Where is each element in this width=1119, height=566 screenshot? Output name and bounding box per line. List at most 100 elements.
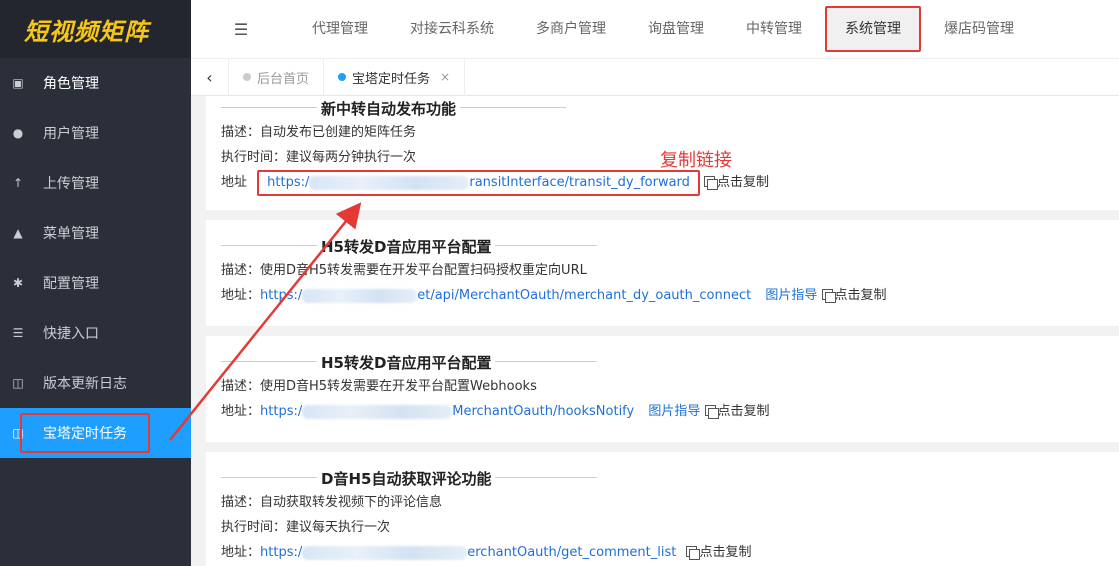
image-guide-link[interactable]: 图片指导 <box>765 288 817 303</box>
copy-label: 点击复制 <box>699 545 752 560</box>
sidebar-item-roles[interactable]: ▣ 角色管理 <box>0 58 191 108</box>
nav-transit[interactable]: 中转管理 <box>725 0 823 58</box>
card-address-row: 地址：https:/ et/api/MerchantOauth/merchant_… <box>221 283 1119 308</box>
tree-icon: ▲ <box>13 226 23 240</box>
sidebar-item-shortcuts[interactable]: ☰ 快捷入口 <box>0 308 191 358</box>
card-address-row: 地址：https:/erchantOauth/get_comment_list … <box>221 540 1119 565</box>
task-url-link[interactable]: https:/ et/api/MerchantOauth/merchant_dy_… <box>260 288 751 303</box>
role-icon: ▣ <box>12 76 24 90</box>
highlight-box-sidebar <box>20 413 150 453</box>
copy-button[interactable]: 点击复制 <box>704 404 770 419</box>
task-url-link[interactable]: https:/ erchantOauth/get_comment_list <box>260 545 676 560</box>
url-highlight-box: https:/ ransitInterface/transit_dy_forwar… <box>257 170 700 196</box>
sidebar-item-users[interactable]: ● 用户管理 <box>0 108 191 158</box>
url-start: https:/ <box>260 404 303 419</box>
address-label: 地址： <box>221 545 261 560</box>
copy-link-annotation: 复制链接 <box>660 150 732 171</box>
copy-icon <box>704 176 719 190</box>
logo-text: 短视频矩阵 <box>24 17 149 46</box>
task-card: H5转发D音应用平台配置 描述：使用D音H5转发需要在开发平台配置Webhook… <box>206 336 1119 442</box>
list-icon: ☰ <box>12 326 24 340</box>
task-url-link[interactable]: https:/ MerchantOauth/hooksNotify <box>260 404 634 419</box>
tab-label: 宝塔定时任务 <box>352 71 431 87</box>
copy-icon <box>686 546 701 560</box>
redacted-url <box>302 288 418 303</box>
nav-merchants[interactable]: 多商户管理 <box>515 0 627 58</box>
copy-label: 点击复制 <box>717 404 770 419</box>
card-title-text: H5转发D音应用平台配置 <box>317 235 496 257</box>
card-title: H5转发D音应用平台配置 <box>221 350 1119 374</box>
address-label: 地址： <box>221 288 261 303</box>
address-label: 地址： <box>221 404 261 419</box>
card-title-text: D音H5自动获取评论功能 <box>317 467 496 489</box>
nav-yunke[interactable]: 对接云科系统 <box>389 0 515 58</box>
user-icon: ● <box>12 126 24 140</box>
card-address-row: 地址 https:/ ransitInterface/transit_dy_for… <box>221 170 1119 196</box>
upload-icon: ↑ <box>12 176 24 190</box>
gear-icon: ✱ <box>12 276 24 290</box>
card-title-text: H5转发D音应用平台配置 <box>317 351 496 373</box>
tab-home[interactable]: 后台首页 <box>229 58 325 96</box>
card-desc: 描述：自动发布已创建的矩阵任务 <box>221 125 417 140</box>
card-title: H5转发D音应用平台配置 <box>221 234 1119 258</box>
nav-agents[interactable]: 代理管理 <box>291 0 389 58</box>
nav-inquiry[interactable]: 询盘管理 <box>627 0 725 58</box>
address-label: 地址 <box>221 175 248 190</box>
copy-icon <box>704 405 719 419</box>
tab-bar: ‹ 后台首页 宝塔定时任务 × <box>191 58 1119 96</box>
url-end: erchantOauth/get_comment_list <box>467 545 677 560</box>
card-title-text: 新中转自动发布功能 <box>317 97 461 119</box>
copy-icon <box>821 289 836 303</box>
url-start: https:/ <box>260 288 303 303</box>
top-nav: ☰ 代理管理 对接云科系统 多商户管理 询盘管理 中转管理 系统管理 爆店码管理 <box>191 0 1119 58</box>
sidebar-item-config[interactable]: ✱ 配置管理 <box>0 258 191 308</box>
nav-system[interactable]: 系统管理 <box>825 6 921 52</box>
copy-button[interactable]: 点击复制 <box>686 545 752 560</box>
url-start: https:/ <box>267 175 310 190</box>
main-content: 新中转自动发布功能 描述：自动发布已创建的矩阵任务 执行时间：建议每两分钟执行一… <box>191 96 1119 566</box>
copy-button[interactable]: 点击复制 <box>704 175 769 190</box>
url-end: ransitInterface/transit_dy_forward <box>469 175 690 190</box>
redacted-url <box>302 404 453 419</box>
sidebar-item-label: 角色管理 <box>43 76 99 92</box>
card-title: 新中转自动发布功能 <box>221 96 1119 120</box>
card-desc: 描述：自动获取转发视频下的评论信息 <box>221 495 443 510</box>
card-time: 执行时间：建议每天执行一次 <box>221 520 391 535</box>
nav-shopcode[interactable]: 爆店码管理 <box>923 0 1035 58</box>
sidebar-item-label: 菜单管理 <box>43 226 99 242</box>
sidebar-item-label: 上传管理 <box>43 176 99 192</box>
copy-label: 点击复制 <box>717 175 770 190</box>
tab-dot <box>243 73 251 81</box>
menu-toggle-icon[interactable]: ☰ <box>191 20 291 39</box>
copy-button[interactable]: 点击复制 <box>821 288 887 303</box>
card-title: D音H5自动获取评论功能 <box>221 466 1119 490</box>
task-url-link[interactable]: https:/ ransitInterface/transit_dy_forwar… <box>267 175 690 190</box>
close-icon[interactable]: × <box>440 70 450 84</box>
sidebar-item-label: 版本更新日志 <box>43 376 127 392</box>
app-logo[interactable]: 短视频矩阵 <box>0 0 191 58</box>
sidebar-item-changelog[interactable]: ◫ 版本更新日志 <box>0 358 191 408</box>
card-address-row: 地址：https:/ MerchantOauth/hooksNotify 图片指导… <box>221 399 1119 424</box>
url-end: MerchantOauth/hooksNotify <box>452 404 635 419</box>
sidebar-item-upload[interactable]: ↑ 上传管理 <box>0 158 191 208</box>
sidebar-item-label: 快捷入口 <box>43 326 99 342</box>
redacted-url <box>309 175 470 190</box>
task-card: H5转发D音应用平台配置 描述：使用D音H5转发需要在开发平台配置扫码授权重定向… <box>206 220 1119 326</box>
tab-label: 后台首页 <box>257 71 310 87</box>
copy-label: 点击复制 <box>834 288 887 303</box>
sidebar-item-menus[interactable]: ▲ 菜单管理 <box>0 208 191 258</box>
sidebar-item-label: 配置管理 <box>43 276 99 292</box>
url-end: et/api/MerchantOauth/merchant_dy_oauth_c… <box>417 288 752 303</box>
sidebar-item-label: 用户管理 <box>43 126 99 142</box>
task-card: D音H5自动获取评论功能 描述：自动获取转发视频下的评论信息 执行时间：建议每天… <box>206 452 1119 566</box>
card-desc: 描述：使用D音H5转发需要在开发平台配置Webhooks <box>221 379 537 394</box>
sidebar: 短视频矩阵 ▣ 角色管理 ● 用户管理 ↑ 上传管理 ▲ 菜单管理 ✱ 配置管理… <box>0 0 191 566</box>
chevron-left-icon[interactable]: ‹ <box>191 58 229 96</box>
image-guide-link[interactable]: 图片指导 <box>648 404 700 419</box>
book-icon: ◫ <box>12 376 24 390</box>
card-desc: 描述：使用D音H5转发需要在开发平台配置扫码授权重定向URL <box>221 263 587 278</box>
tab-dot <box>338 73 347 81</box>
redacted-url <box>302 545 468 560</box>
tab-bt-cron[interactable]: 宝塔定时任务 × <box>324 58 466 96</box>
url-start: https:/ <box>260 545 303 560</box>
